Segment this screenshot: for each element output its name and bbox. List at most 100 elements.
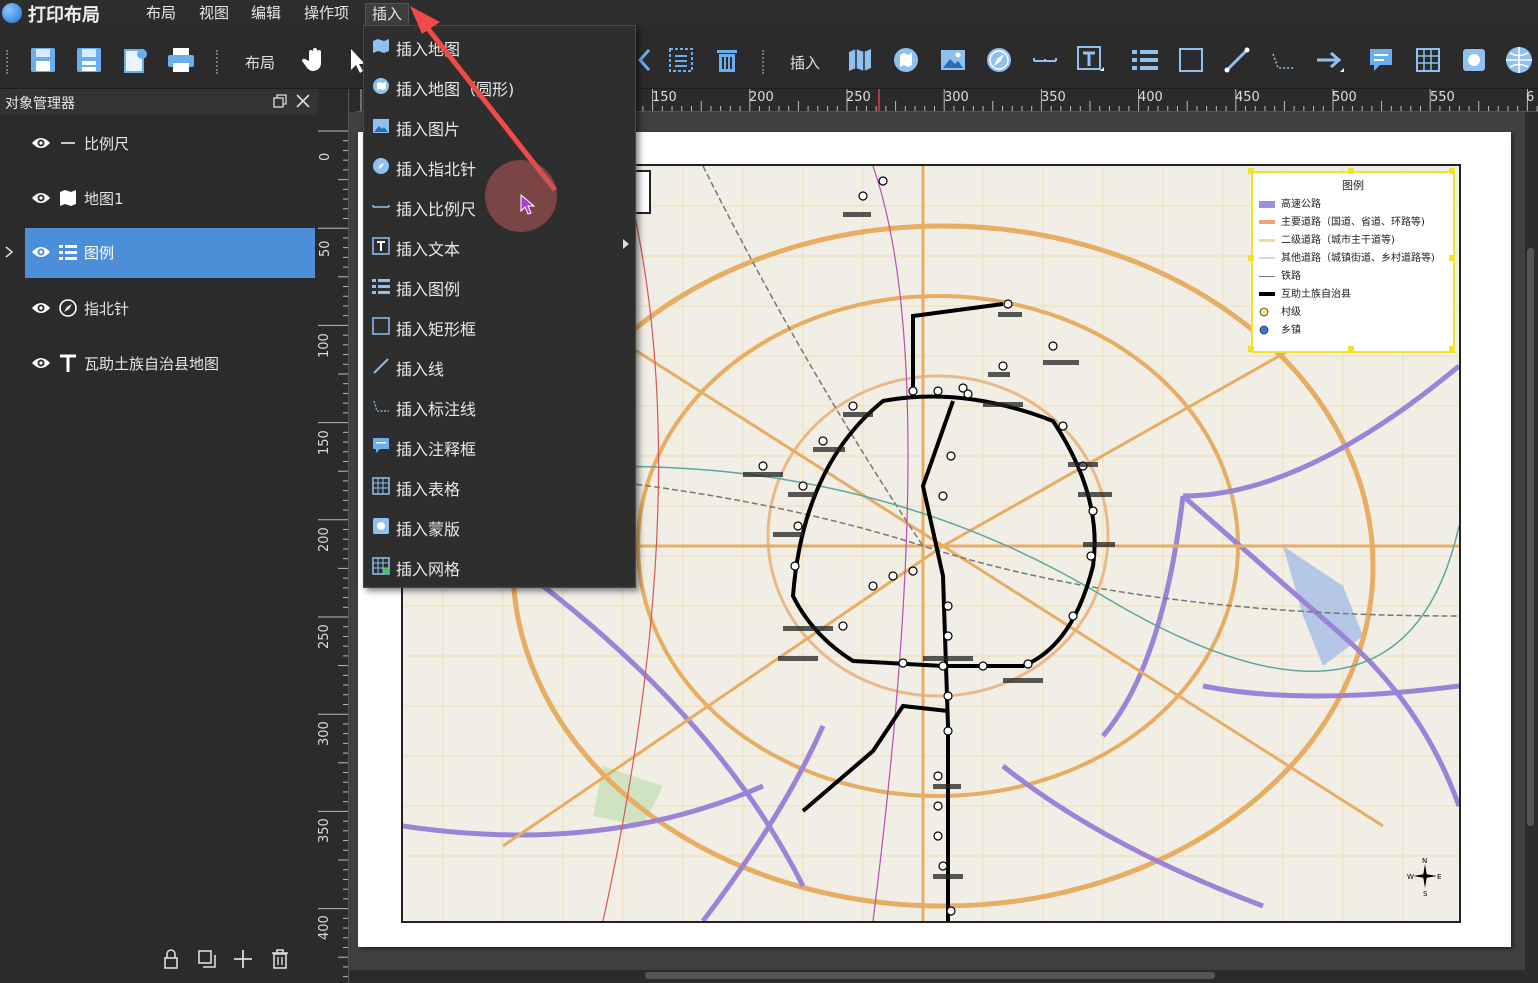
duplicate-icon[interactable] — [196, 948, 218, 970]
insert-compass-icon[interactable] — [982, 42, 1016, 78]
save-as-icon[interactable] — [72, 42, 106, 78]
eye-icon[interactable] — [31, 136, 51, 150]
legend-row: 其他道路（城镇街道、乡村道路等) — [1259, 249, 1435, 265]
insert-legend-icon[interactable] — [1128, 42, 1162, 78]
lock-icon[interactable] — [160, 948, 182, 970]
insert-mask-icon[interactable] — [1457, 42, 1491, 78]
insert-comment-icon[interactable] — [1364, 42, 1398, 78]
group-select-icon[interactable] — [664, 42, 698, 78]
insert-map-icon[interactable] — [843, 42, 877, 78]
ruler-label: 0 — [318, 152, 333, 161]
menu-insert-grid[interactable]: 插入网格 — [364, 547, 635, 585]
ruler-label: 300 — [318, 721, 332, 746]
insert-table-icon[interactable] — [1411, 42, 1445, 78]
legend-title: 图例 — [1342, 179, 1364, 192]
save-icon[interactable] — [26, 42, 60, 78]
trash-icon[interactable] — [269, 948, 291, 970]
toolbar-insert-label: 插入 — [790, 54, 821, 72]
legend-label: 乡镇 — [1281, 325, 1301, 336]
object-item-label: 瓦助土族自治县地图 — [84, 355, 220, 373]
compass-n: N — [1422, 857, 1427, 865]
object-item-scalebar[interactable]: 比例尺 — [25, 119, 315, 169]
submenu-arrow-icon — [623, 239, 629, 249]
menu-insert-mask[interactable]: 插入蒙版 — [364, 507, 635, 545]
insert-grid-icon[interactable] — [1502, 42, 1536, 78]
annotation-arrow — [410, 6, 557, 192]
menu-insert-line[interactable]: 插入线 — [364, 347, 635, 385]
menu-item-label: 插入矩形框 — [396, 320, 477, 339]
menu-actions[interactable]: 操作项 — [298, 3, 355, 25]
resize-handle[interactable] — [1248, 255, 1254, 261]
ruler-label: 400 — [1138, 90, 1163, 105]
callout-line-icon — [373, 400, 389, 412]
menu-insert-text[interactable]: 插入文本 — [364, 227, 635, 265]
object-item-label: 图例 — [84, 244, 115, 262]
toolbar-layout-label: 布局 — [245, 54, 276, 72]
ruler-label: 100 — [318, 333, 332, 358]
pan-hand-icon[interactable] — [298, 42, 332, 78]
resize-handle[interactable] — [1449, 168, 1455, 174]
app-logo-icon — [2, 3, 22, 23]
delete-icon[interactable] — [710, 42, 744, 78]
insert-image-icon[interactable] — [936, 42, 970, 78]
legend-symbol — [1259, 292, 1275, 296]
north-arrow-icon[interactable]: N S E W — [1407, 856, 1443, 896]
horizontal-scrollbar-thumb[interactable] — [645, 972, 1215, 979]
resize-handle[interactable] — [1348, 346, 1354, 352]
expand-chevron-icon[interactable] — [4, 245, 14, 259]
toolbar-grip[interactable] — [216, 50, 222, 74]
legend-label: 村级 — [1281, 307, 1301, 318]
insert-rectangle-icon[interactable] — [1174, 42, 1208, 78]
resize-handle[interactable] — [1248, 168, 1254, 174]
eye-icon[interactable] — [31, 301, 51, 315]
legend-row: 村级 — [1259, 303, 1301, 319]
resize-handle[interactable] — [1348, 168, 1354, 174]
menu-insert-rectangle[interactable]: 插入矩形框 — [364, 307, 635, 345]
text-icon — [372, 237, 390, 255]
ruler-label: 550 — [1430, 90, 1455, 105]
menu-insert-table[interactable]: 插入表格 — [364, 467, 635, 505]
eye-icon[interactable] — [31, 245, 51, 259]
float-panel-icon[interactable] — [273, 94, 287, 108]
ruler-label: 200 — [318, 527, 332, 552]
toolbar-grip[interactable] — [6, 50, 12, 74]
menu-insert-legend[interactable]: 插入图例 — [364, 267, 635, 305]
text-icon — [60, 354, 76, 372]
insert-scalebar-icon[interactable] — [1028, 42, 1062, 78]
insert-arrow-icon[interactable] — [1312, 42, 1346, 78]
eye-icon[interactable] — [31, 356, 51, 370]
legend-symbol — [1259, 238, 1275, 242]
legend-row: 主要道路（国道、省道、环路等) — [1259, 213, 1425, 229]
resize-handle[interactable] — [1248, 346, 1254, 352]
insert-line-icon[interactable] — [1220, 42, 1254, 78]
insert-text-icon[interactable] — [1074, 42, 1108, 78]
export-settings-icon[interactable] — [118, 42, 152, 78]
vertical-scrollbar-thumb[interactable] — [1527, 248, 1534, 826]
insert-callout-line-icon[interactable] — [1266, 42, 1300, 78]
ruler-label: 150 — [318, 430, 332, 455]
menu-insert-comment[interactable]: 插入注释框 — [364, 427, 635, 465]
resize-handle[interactable] — [1449, 346, 1455, 352]
toolbar-grip[interactable] — [762, 50, 768, 74]
ruler-left: 0 50 100 150 200 250 300 350 400 — [318, 89, 349, 983]
object-item-map[interactable]: 地图1 — [25, 174, 315, 224]
close-panel-icon[interactable] — [296, 94, 310, 108]
object-item-compass[interactable]: 指北针 — [25, 284, 315, 334]
ruler-label: 500 — [1332, 90, 1357, 105]
menu-edit[interactable]: 编辑 — [245, 3, 287, 25]
menu-view[interactable]: 视图 — [193, 3, 235, 25]
legend-box[interactable]: 图例 高速公路 主要道路（国道、省道、环路等) 二级道路（城市主干道等) 其他道… — [1251, 171, 1455, 353]
object-item-legend[interactable]: 图例 — [25, 228, 315, 278]
menu-insert-callout-line[interactable]: 插入标注线 — [364, 387, 635, 425]
object-item-title-text[interactable]: 瓦助土族自治县地图 — [25, 339, 315, 389]
menu-layout[interactable]: 布局 — [140, 3, 182, 25]
print-icon[interactable] — [164, 42, 198, 78]
insert-round-map-icon[interactable] — [889, 42, 923, 78]
resize-handle[interactable] — [1449, 255, 1455, 261]
ruler-label: 300 — [944, 90, 969, 105]
object-manager-title: 对象管理器 — [5, 96, 75, 112]
menu-item-label: 插入蒙版 — [396, 520, 461, 539]
eye-icon[interactable] — [31, 191, 51, 205]
add-icon[interactable] — [232, 948, 254, 970]
object-item-label: 地图1 — [84, 190, 124, 208]
